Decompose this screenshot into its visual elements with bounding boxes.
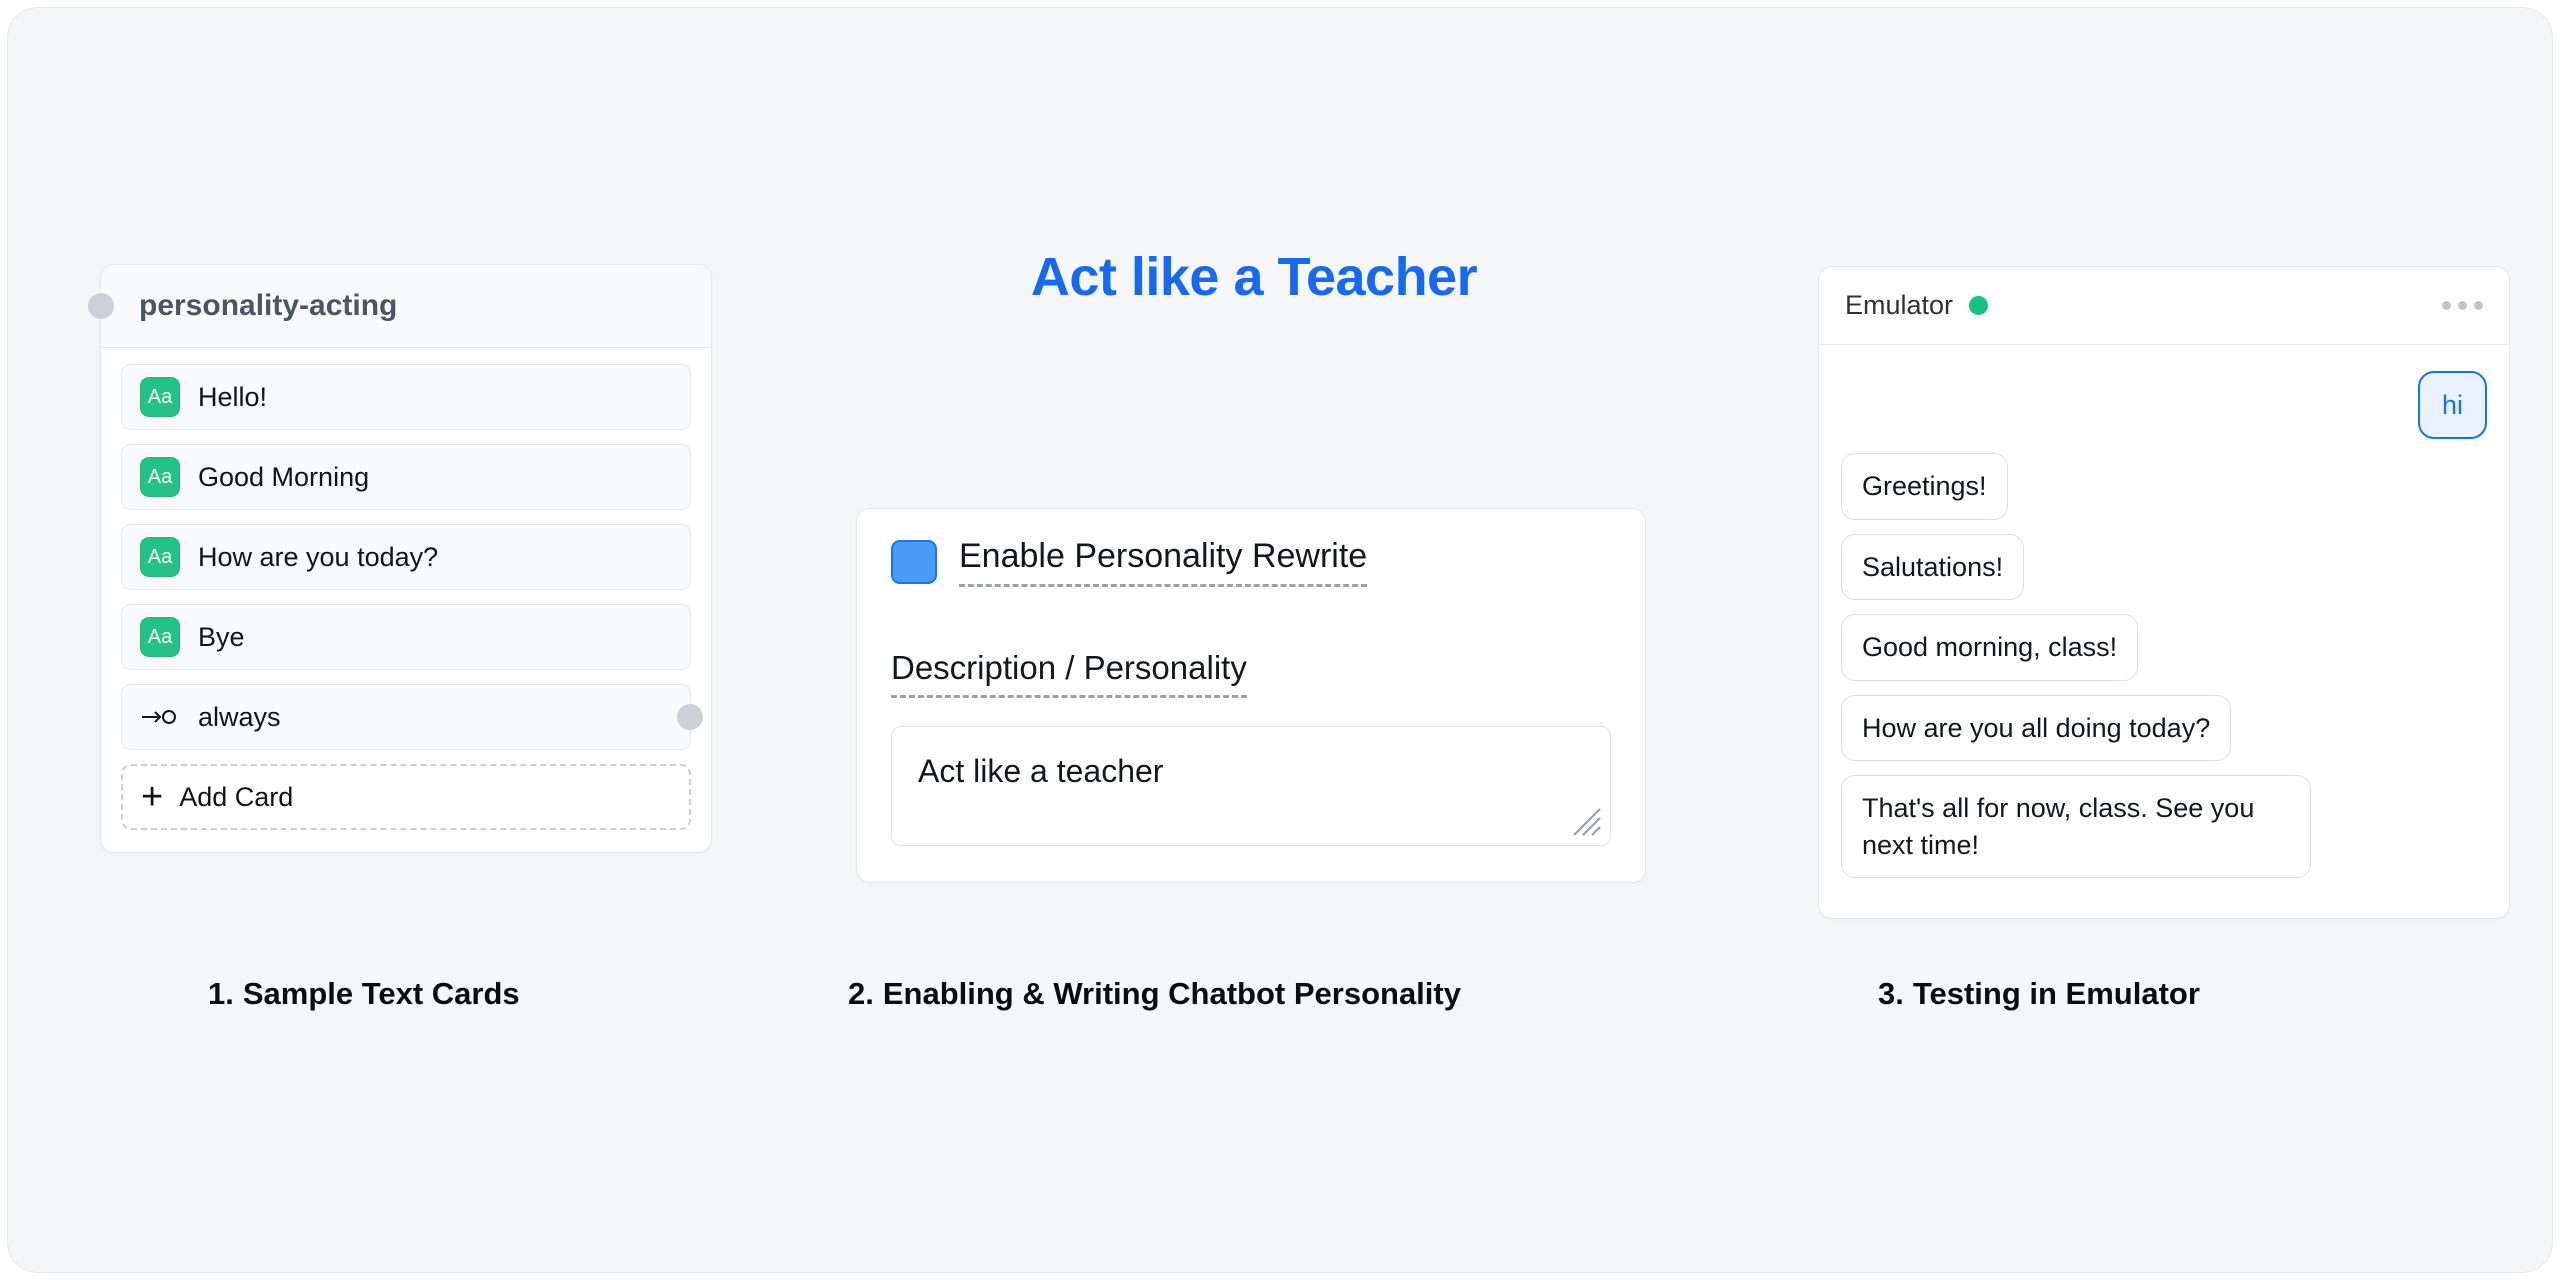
- add-card-button[interactable]: + Add Card: [121, 764, 691, 830]
- chat-message-row: Greetings!: [1841, 453, 2487, 520]
- flow-card-header[interactable]: personality-acting: [88, 265, 711, 348]
- text-card-row[interactable]: Aa Hello!: [121, 364, 691, 430]
- flow-card-body: Aa Hello! Aa Good Morning Aa How are you…: [101, 348, 711, 852]
- chat-bubble-bot: Salutations!: [1841, 533, 2025, 601]
- add-card-label: Add Card: [179, 781, 294, 812]
- goto-row[interactable]: always: [121, 684, 703, 750]
- caption-testing-emulator: 3. Testing in Emulator: [1878, 976, 2200, 1012]
- enable-personality-rewrite-row[interactable]: Enable Personality Rewrite: [891, 537, 1611, 587]
- emulator-header: Emulator: [1819, 267, 2509, 345]
- caption-text: Sample Text Cards: [242, 976, 520, 1011]
- goto-arrow-icon: [140, 697, 180, 737]
- aa-text-icon: Aa: [140, 537, 180, 577]
- enable-personality-rewrite-label: Enable Personality Rewrite: [959, 537, 1368, 587]
- personality-settings-panel: Enable Personality Rewrite Description /…: [856, 508, 1646, 883]
- text-card-row[interactable]: Aa Good Morning: [121, 444, 691, 510]
- connector-port-left-icon[interactable]: [88, 293, 114, 319]
- resize-grip-icon[interactable]: [1568, 803, 1602, 837]
- aa-text-icon: Aa: [140, 457, 180, 497]
- emulator-chat-body: hi Greetings! Salutations! Good morning,…: [1819, 345, 2509, 918]
- page-title-text: Act like a Teacher: [1030, 247, 1478, 307]
- canvas: Act like a Teacher personality-acting Aa…: [8, 8, 2552, 1272]
- caption-number: 3.: [1878, 976, 1904, 1011]
- text-card-row[interactable]: Aa Bye: [121, 604, 691, 670]
- goto-label: always: [198, 701, 281, 732]
- connector-port-right-icon[interactable]: [677, 704, 703, 730]
- emulator-title: Emulator: [1845, 290, 1954, 320]
- caption-sample-text-cards: 1. Sample Text Cards: [208, 976, 520, 1012]
- chat-bubble-bot: Greetings!: [1841, 453, 2008, 520]
- chat-message-row: Salutations!: [1841, 533, 2487, 601]
- caption-number: 1.: [208, 976, 234, 1011]
- plus-icon: +: [141, 776, 164, 818]
- caption-number: 2.: [848, 976, 874, 1011]
- caption-text: Enabling & Writing Chatbot Personality: [882, 976, 1461, 1011]
- description-personality-textarea[interactable]: Act like a teacher: [891, 726, 1611, 846]
- text-card-label: How are you today?: [198, 541, 439, 572]
- sample-text-cards-panel[interactable]: personality-acting Aa Hello! Aa Good Mor…: [88, 264, 712, 853]
- emulator-panel: Emulator hi Greetings! Salutations! Good…: [1818, 266, 2510, 920]
- chat-message-row: How are you all doing today?: [1841, 694, 2487, 762]
- chat-message-row: Good morning, class!: [1841, 614, 2487, 681]
- text-card-label: Good Morning: [198, 461, 370, 492]
- text-card-label: Hello!: [198, 381, 268, 412]
- aa-text-icon: Aa: [140, 377, 180, 417]
- text-card-row[interactable]: Aa How are you today?: [121, 524, 691, 590]
- chat-bubble-user: hi: [2417, 371, 2487, 440]
- description-personality-label: Description / Personality: [891, 649, 1247, 698]
- flow-card-title: personality-acting: [139, 289, 398, 322]
- chat-bubble-bot: That's all for now, class. See you next …: [1841, 775, 2311, 879]
- more-options-icon[interactable]: [2442, 301, 2483, 310]
- text-card-label: Bye: [198, 621, 245, 652]
- chat-message-row: hi: [1841, 371, 2487, 440]
- enable-personality-rewrite-checkbox[interactable]: [891, 540, 937, 584]
- aa-text-icon: Aa: [140, 617, 180, 657]
- chat-message-row: That's all for now, class. See you next …: [1841, 775, 2487, 879]
- caption-text: Testing in Emulator: [1912, 976, 2200, 1011]
- description-personality-value: Act like a teacher: [918, 753, 1164, 789]
- chat-bubble-bot: Good morning, class!: [1841, 614, 2139, 681]
- chat-bubble-bot: How are you all doing today?: [1841, 694, 2232, 762]
- caption-enabling-personality: 2. Enabling & Writing Chatbot Personality: [848, 976, 1461, 1012]
- status-online-icon: [1969, 296, 1989, 315]
